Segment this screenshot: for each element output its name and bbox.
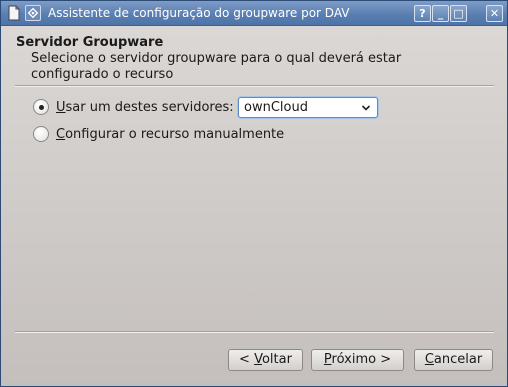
wizard-window: Assistente de configuração do groupware … <box>0 0 508 387</box>
header-divider <box>15 85 494 87</box>
server-select-value: ownCloud <box>244 100 308 115</box>
close-button[interactable]: ✕ <box>486 5 503 22</box>
cancel-mnemonic: C <box>424 352 434 367</box>
page-title: Servidor Groupware <box>16 35 164 50</box>
document-icon[interactable] <box>6 5 22 21</box>
back-prefix: < <box>239 352 255 367</box>
back-mnemonic: V <box>254 352 262 367</box>
server-select[interactable]: ownCloud <box>238 97 378 118</box>
page-header: Servidor Groupware Selecione o servidor … <box>2 27 508 89</box>
minimize-button[interactable]: _ <box>432 5 449 22</box>
radio-checked-dot <box>39 105 44 110</box>
manual-label[interactable]: Configurar o recurso manualmente <box>56 127 284 142</box>
next-button[interactable]: Próximo > <box>311 349 404 371</box>
cancel-button[interactable]: Cancelar <box>414 349 493 371</box>
help-button[interactable]: ? <box>414 5 431 22</box>
manual-label-text: onfigurar o recurso manualmente <box>65 126 285 142</box>
maximize-button[interactable]: □ <box>450 5 467 22</box>
use-server-mnemonic: U <box>56 99 66 115</box>
chevron-down-icon[interactable] <box>361 103 371 113</box>
footer-divider <box>15 331 494 333</box>
cancel-label: ancelar <box>433 352 483 367</box>
back-label: oltar <box>261 352 292 367</box>
use-server-option[interactable]: Usar um destes servidores: <box>33 97 234 117</box>
window-menu-icon[interactable] <box>25 5 41 21</box>
window-title: Assistente de configuração do groupware … <box>48 6 350 20</box>
use-server-radio[interactable] <box>33 99 49 115</box>
manual-mnemonic: C <box>56 126 66 142</box>
use-server-label[interactable]: Usar um destes servidores: <box>56 100 234 115</box>
title-bar[interactable]: Assistente de configuração do groupware … <box>1 1 507 26</box>
next-label: róximo > <box>331 352 392 367</box>
manual-radio[interactable] <box>33 126 49 142</box>
use-server-label-text: sar um destes servidores: <box>65 99 234 115</box>
next-mnemonic: P <box>323 352 332 367</box>
manual-option[interactable]: Configurar o recurso manualmente <box>33 124 284 144</box>
back-button[interactable]: < Voltar <box>228 349 303 371</box>
page-description: Selecione o servidor groupware para o qu… <box>31 51 402 82</box>
